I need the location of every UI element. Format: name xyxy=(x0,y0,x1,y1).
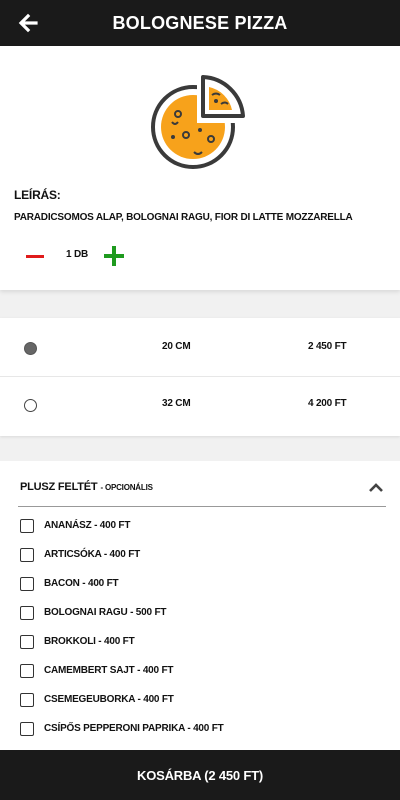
topping-item[interactable]: ANANÁSZ - 400 FT xyxy=(20,517,360,537)
checkbox[interactable] xyxy=(20,548,34,562)
topping-item[interactable]: BROKKOLI - 400 FT xyxy=(20,633,360,653)
topping-label: BACON - 400 FT xyxy=(44,578,119,589)
topping-item[interactable]: CAMEMBERT SAJT - 400 FT xyxy=(20,662,360,682)
topping-item[interactable]: CSEMEGEUBORKA - 400 FT xyxy=(20,691,360,711)
add-to-cart-label: KOSÁRBA (2 450 FT) xyxy=(137,767,263,783)
size-option[interactable]: 32 CM 4 200 FT xyxy=(0,376,400,432)
minus-button[interactable] xyxy=(26,255,44,258)
size-price: 2 450 FT xyxy=(308,341,347,352)
checkbox[interactable] xyxy=(20,606,34,620)
topping-label: ARTICSÓKA - 400 FT xyxy=(44,549,141,560)
checkbox[interactable] xyxy=(20,519,34,533)
checkbox[interactable] xyxy=(20,635,34,649)
size-options: 20 CM 2 450 FT 32 CM 4 200 FT xyxy=(0,318,400,436)
size-option[interactable]: 20 CM 2 450 FT xyxy=(0,320,400,376)
toppings-title-text: PLUSZ FELTÉT xyxy=(20,481,98,493)
size-price: 4 200 FT xyxy=(308,398,347,409)
topping-item[interactable]: ARTICSÓKA - 400 FT xyxy=(20,546,360,566)
quantity-value: 1 DB xyxy=(66,249,88,260)
checkbox[interactable] xyxy=(20,577,34,591)
topping-label: CSEMEGEUBORKA - 400 FT xyxy=(44,694,174,705)
top-bar: BOLOGNESE PIZZA xyxy=(0,0,400,46)
add-to-cart-button[interactable]: KOSÁRBA (2 450 FT) xyxy=(0,750,400,800)
chevron-up-icon[interactable] xyxy=(368,481,384,493)
topping-label: CAMEMBERT SAJT - 400 FT xyxy=(44,665,174,676)
size-name: 32 CM xyxy=(162,398,191,409)
size-name: 20 CM xyxy=(162,341,191,352)
topping-label: BROKKOLI - 400 FT xyxy=(44,636,135,647)
topping-item[interactable]: BOLOGNAI RAGU - 500 FT xyxy=(20,604,360,624)
topping-label: ANANÁSZ - 400 FT xyxy=(44,520,131,531)
topping-label: BOLOGNAI RAGU - 500 FT xyxy=(44,607,167,618)
plus-button[interactable] xyxy=(104,246,124,266)
page-title: BOLOGNESE PIZZA xyxy=(112,12,288,33)
radio-unselected[interactable] xyxy=(24,399,37,412)
quantity-stepper: 1 DB xyxy=(22,244,142,268)
description-text: PARADICSOMOS ALAP, BOLOGNAI RAGU, FIOR D… xyxy=(14,212,353,223)
toppings-subtitle: - OPCIONÁLIS xyxy=(100,483,153,492)
topping-label: CSÍPŐS PEPPERONI PAPRIKA - 400 FT xyxy=(44,723,224,734)
description-label: LEÍRÁS: xyxy=(14,188,61,202)
topping-item[interactable]: CSÍPŐS PEPPERONI PAPRIKA - 400 FT xyxy=(20,720,360,740)
product-card: LEÍRÁS: PARADICSOMOS ALAP, BOLOGNAI RAGU… xyxy=(0,46,400,290)
arrow-left-icon[interactable] xyxy=(16,11,40,35)
toppings-title: PLUSZ FELTÉT - OPCIONÁLIS xyxy=(20,481,153,493)
toppings-section: PLUSZ FELTÉT - OPCIONÁLIS ANANÁSZ - 400 F… xyxy=(0,461,400,751)
checkbox[interactable] xyxy=(20,693,34,707)
checkbox[interactable] xyxy=(20,664,34,678)
radio-selected[interactable] xyxy=(24,342,37,355)
pizza-icon xyxy=(151,75,245,169)
toppings-header[interactable]: PLUSZ FELTÉT - OPCIONÁLIS xyxy=(18,471,386,507)
topping-item[interactable]: BACON - 400 FT xyxy=(20,575,360,595)
checkbox[interactable] xyxy=(20,722,34,736)
